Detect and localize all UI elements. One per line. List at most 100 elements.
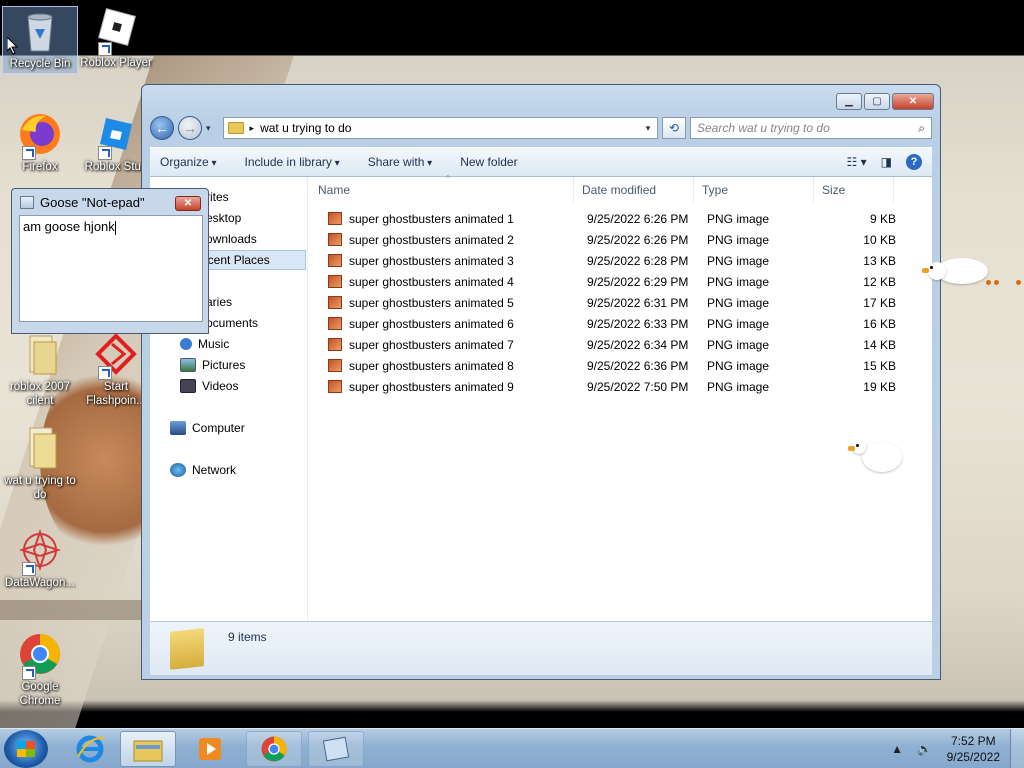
- help-icon[interactable]: ?: [906, 154, 922, 170]
- new-folder-button[interactable]: New folder: [460, 155, 517, 169]
- taskbar-notepad[interactable]: [308, 731, 364, 767]
- table-row[interactable]: super ghostbusters animated 1 9/25/2022 6…: [328, 209, 896, 229]
- back-button[interactable]: ←: [150, 116, 174, 140]
- share-with-button[interactable]: Share with: [368, 155, 433, 169]
- organize-button[interactable]: Organize: [160, 155, 217, 169]
- file-type: PNG image: [707, 359, 770, 373]
- nav-label: Pictures: [202, 358, 246, 372]
- table-row[interactable]: super ghostbusters animated 2 9/25/2022 6…: [328, 230, 896, 250]
- nav-item-computer[interactable]: Computer: [170, 418, 245, 438]
- nav-item-documents[interactable]: ocuments: [206, 313, 258, 333]
- volume-icon[interactable]: 🔈: [917, 742, 932, 756]
- file-type: PNG image: [707, 296, 770, 310]
- notepad-text: am goose hjonk: [23, 219, 115, 234]
- file-size: 19 KB: [863, 380, 896, 394]
- taskbar-windows-explorer[interactable]: [120, 731, 176, 767]
- nav-item-music[interactable]: Music: [180, 334, 229, 354]
- computer-icon: [170, 421, 186, 435]
- notepad-title-bar: Goose "Not-epad": [20, 195, 145, 210]
- taskbar-media-player[interactable]: [182, 731, 238, 767]
- nav-item-downloads[interactable]: ownloads: [206, 229, 257, 249]
- address-field[interactable]: ▸ wat u trying to do ▾: [222, 117, 658, 139]
- view-controls: ☷ ▾ ◨ ?: [847, 154, 932, 170]
- nav-item-pictures[interactable]: Pictures: [180, 355, 245, 375]
- table-row[interactable]: super ghostbusters animated 6 9/25/2022 6…: [328, 314, 896, 334]
- table-row[interactable]: super ghostbusters animated 3 9/25/2022 6…: [328, 251, 896, 271]
- file-date: 9/25/2022 6:36 PM: [587, 359, 689, 373]
- nav-item-videos[interactable]: Videos: [180, 376, 238, 396]
- nav-item-favorites[interactable]: rites: [206, 187, 229, 207]
- file-date: 9/25/2022 6:34 PM: [587, 338, 689, 352]
- table-row[interactable]: super ghostbusters animated 9 9/25/2022 7…: [328, 377, 896, 397]
- minimize-button[interactable]: ▁: [836, 93, 862, 110]
- desktop-icon-wat-u-trying-to-do[interactable]: wat u trying to do: [2, 424, 78, 502]
- notepad-icon: [322, 736, 350, 762]
- goose-icon: [848, 438, 908, 488]
- png-file-icon: [328, 359, 342, 372]
- file-type: PNG image: [707, 275, 770, 289]
- png-file-icon: [328, 212, 342, 225]
- taskbar-chrome[interactable]: [246, 731, 302, 767]
- notepad-title: Goose "Not-epad": [40, 195, 145, 210]
- shortcut-arrow-icon: [22, 146, 36, 160]
- nav-item-recent-places[interactable]: ecent Places: [198, 250, 306, 270]
- taskbar-internet-explorer[interactable]: [62, 731, 118, 767]
- column-header-size[interactable]: Size: [814, 177, 894, 203]
- nav-item-libraries[interactable]: aries: [206, 292, 232, 312]
- details-pane: 9 items: [150, 621, 932, 675]
- nav-item-network[interactable]: Network: [170, 460, 236, 480]
- desktop-icon-label: Recycle Bin: [9, 58, 71, 70]
- recycle-bin-icon: [16, 7, 64, 55]
- shortcut-arrow-icon: [98, 146, 112, 160]
- flashpoint-icon: [92, 330, 140, 380]
- breadcrumb-chevron-icon[interactable]: ▸: [250, 123, 255, 134]
- address-dropdown[interactable]: ▾: [639, 123, 657, 134]
- desktop-icon-firefox[interactable]: Firefox: [2, 110, 78, 174]
- column-label: Date modified: [582, 183, 657, 197]
- notepad-text-area[interactable]: am goose hjonk: [19, 215, 203, 322]
- file-name: super ghostbusters animated 8: [349, 359, 514, 373]
- table-row[interactable]: super ghostbusters animated 7 9/25/2022 6…: [328, 335, 896, 355]
- nav-item-desktop[interactable]: esktop: [206, 208, 241, 228]
- show-desktop-button[interactable]: [1010, 729, 1024, 768]
- desktop-icon-label: DataWagon...: [5, 577, 75, 589]
- breadcrumb[interactable]: wat u trying to do: [260, 121, 633, 135]
- png-file-icon: [328, 296, 342, 309]
- mouse-cursor-icon: [7, 37, 19, 55]
- maximize-button[interactable]: ▢: [864, 93, 890, 110]
- file-date: 9/25/2022 6:29 PM: [587, 275, 689, 289]
- desktop-icon-roblox-2007[interactable]: roblox 2007 cilent: [2, 330, 78, 408]
- clock[interactable]: 7:52 PM 9/25/2022: [947, 733, 1000, 765]
- folder-icon: [16, 330, 64, 378]
- close-button[interactable]: ✕: [892, 93, 934, 110]
- search-input[interactable]: Search wat u trying to do ⌕: [690, 117, 932, 139]
- table-row[interactable]: super ghostbusters animated 5 9/25/2022 6…: [328, 293, 896, 313]
- table-row[interactable]: super ghostbusters animated 8 9/25/2022 6…: [328, 356, 896, 376]
- desktop-icon-google-chrome[interactable]: Google Chrome: [2, 630, 78, 708]
- file-date: 9/25/2022 6:31 PM: [587, 296, 689, 310]
- preview-pane-icon[interactable]: ◨: [881, 155, 892, 169]
- include-in-library-button[interactable]: Include in library: [245, 155, 340, 169]
- chrome-icon: [261, 736, 287, 762]
- column-header-type[interactable]: Type: [694, 177, 814, 203]
- file-name: super ghostbusters animated 4: [349, 275, 514, 289]
- file-name: super ghostbusters animated 1: [349, 212, 514, 226]
- change-view-icon[interactable]: ☷ ▾: [847, 155, 867, 169]
- table-row[interactable]: super ghostbusters animated 4 9/25/2022 6…: [328, 272, 896, 292]
- recent-pages-dropdown[interactable]: ▾: [206, 123, 211, 134]
- desktop-icon-datawagon[interactable]: DataWagon...: [2, 526, 78, 590]
- forward-button[interactable]: →: [178, 116, 202, 140]
- clock-date: 9/25/2022: [946, 750, 1000, 764]
- column-header-date[interactable]: Date modified: [574, 177, 694, 203]
- column-header-name[interactable]: Name: [310, 177, 574, 203]
- file-size: 16 KB: [863, 317, 896, 331]
- start-button[interactable]: [4, 730, 48, 768]
- videos-icon: [180, 379, 196, 393]
- refresh-button[interactable]: ⟲: [662, 117, 686, 139]
- show-hidden-icons-icon[interactable]: ▲: [891, 742, 903, 756]
- desktop-icon-label: wat u trying to do: [4, 475, 76, 501]
- file-name: super ghostbusters animated 5: [349, 296, 514, 310]
- search-icon[interactable]: ⌕: [918, 121, 925, 136]
- close-button[interactable]: ✕: [175, 196, 201, 211]
- desktop-icon-roblox-player[interactable]: Roblox Player: [78, 6, 154, 70]
